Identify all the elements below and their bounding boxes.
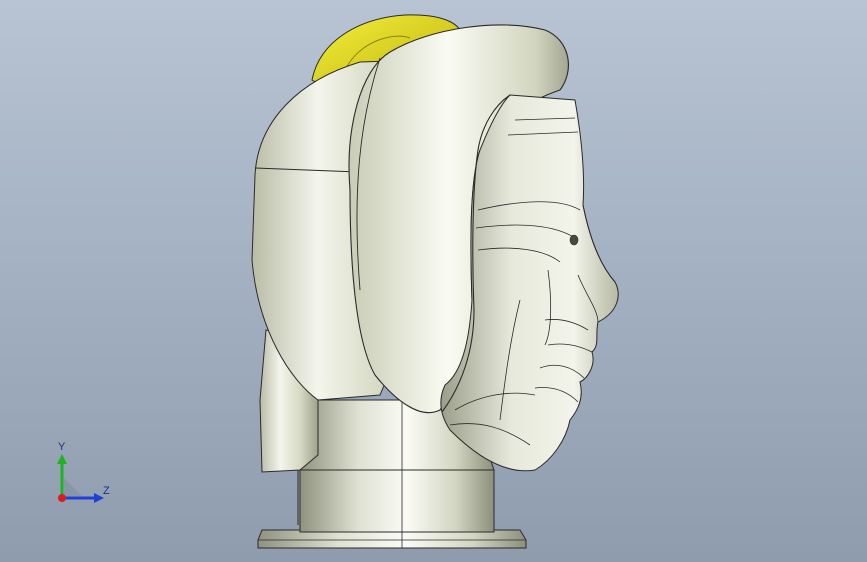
axis-triad: Y Z <box>48 440 118 510</box>
y-axis-arrow <box>57 454 67 464</box>
axis-plane-icon <box>64 478 82 496</box>
head-model[interactable] <box>0 0 867 562</box>
eye <box>569 234 579 246</box>
z-axis-label: Z <box>103 485 110 497</box>
x-axis-dot <box>58 494 66 502</box>
base-flange <box>257 529 527 549</box>
graphics-viewport[interactable]: Y Z <box>0 0 867 562</box>
y-axis-label: Y <box>58 441 66 453</box>
